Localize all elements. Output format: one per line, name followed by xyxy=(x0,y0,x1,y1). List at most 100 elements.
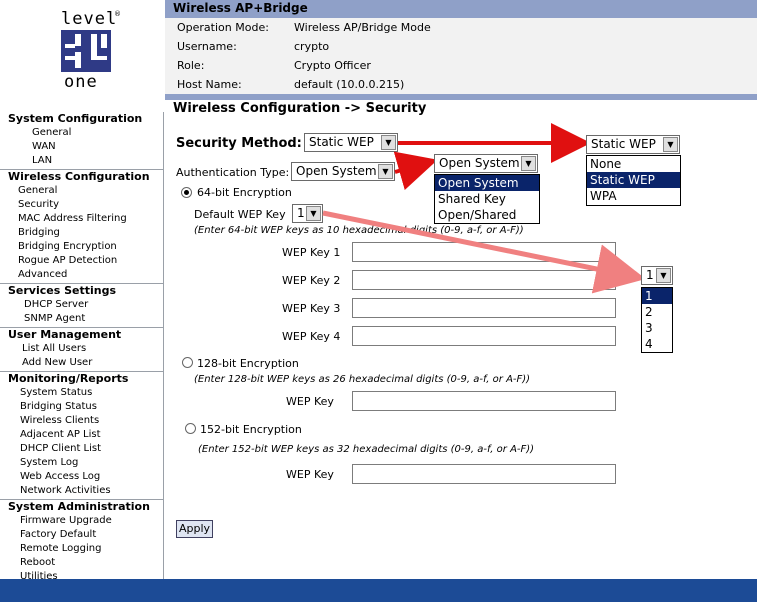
nav-section-title: Monitoring/Reports xyxy=(8,372,129,385)
wep-key-label: WEP Key xyxy=(286,395,334,408)
auth-type-select[interactable]: Open System ▼ xyxy=(291,162,395,181)
nav-item-network-activities[interactable]: Network Activities xyxy=(0,484,163,498)
nav-item-security[interactable]: Security xyxy=(0,198,163,212)
nav-item-bridging-status[interactable]: Bridging Status xyxy=(0,400,163,414)
dropdown-option-wpa[interactable]: WPA xyxy=(587,188,680,204)
chevron-down-icon[interactable]: ▼ xyxy=(381,135,396,150)
nav-item-list-users[interactable]: List All Users xyxy=(0,342,163,356)
info-label: Host Name: xyxy=(177,78,242,91)
nav-item-general[interactable]: General xyxy=(0,126,163,140)
nav-item-bridging[interactable]: Bridging xyxy=(0,226,163,240)
nav-item-mac-filtering[interactable]: MAC Address Filtering xyxy=(0,212,163,226)
apply-button[interactable]: Apply xyxy=(176,520,213,538)
security-method-dropdown: None Static WEP WPA xyxy=(586,155,681,206)
chevron-down-icon[interactable]: ▼ xyxy=(663,137,678,152)
enc-64-note: (Enter 64-bit WEP keys as 10 hexadecimal… xyxy=(194,225,524,236)
title-bar: Wireless AP+Bridge xyxy=(165,0,757,18)
wep-key-label: WEP Key 3 xyxy=(282,302,341,315)
logo-grid-icon xyxy=(61,30,111,72)
nav-item-lan[interactable]: LAN xyxy=(0,154,163,168)
levelone-logo: level ® one xyxy=(58,9,121,92)
dropdown-option-none[interactable]: None xyxy=(587,156,680,172)
nav-item-web-access-log[interactable]: Web Access Log xyxy=(0,470,163,484)
info-value: Wireless AP/Bridge Mode xyxy=(294,21,431,34)
wep-key-152-input[interactable] xyxy=(352,464,616,484)
sidebar-nav: System Configuration General WAN LAN Wir… xyxy=(0,112,164,582)
chevron-down-icon[interactable]: ▼ xyxy=(306,206,321,221)
nav-item-advanced[interactable]: Advanced xyxy=(0,268,163,282)
security-method-select[interactable]: Static WEP ▼ xyxy=(304,133,398,152)
auth-type-popup-select[interactable]: Open System ▼ xyxy=(434,154,538,173)
enc-64-radio[interactable] xyxy=(181,187,192,198)
enc-64-label: 64-bit Encryption xyxy=(197,186,292,199)
chevron-down-icon[interactable]: ▼ xyxy=(656,268,671,283)
default-wep-key-label: Default WEP Key xyxy=(194,208,286,221)
wep-key-dropdown: 1 2 3 4 xyxy=(641,287,673,353)
select-value: Static WEP xyxy=(309,135,374,149)
dropdown-option-1[interactable]: 1 xyxy=(642,288,672,304)
wep-key-label: WEP Key 4 xyxy=(282,330,341,343)
dropdown-option-3[interactable]: 3 xyxy=(642,320,672,336)
nav-section-title: User Management xyxy=(8,328,122,341)
nav-item-bridging-encryption[interactable]: Bridging Encryption xyxy=(0,240,163,254)
auth-type-label: Authentication Type: xyxy=(176,166,290,179)
info-value: default (10.0.0.215) xyxy=(294,78,405,91)
dropdown-option-open-shared[interactable]: Open/Shared xyxy=(435,207,539,223)
nav-section-title: System Administration xyxy=(8,500,150,513)
wep-key-3-input[interactable] xyxy=(352,298,616,318)
info-label: Username: xyxy=(177,40,237,53)
nav-section-title: System Configuration xyxy=(8,112,143,125)
nav-section-title: Wireless Configuration xyxy=(8,170,150,183)
nav-item-system-status[interactable]: System Status xyxy=(0,386,163,400)
wep-key-2-input[interactable] xyxy=(352,270,616,290)
logo-reg-mark: ® xyxy=(114,10,121,18)
dropdown-option-4[interactable]: 4 xyxy=(642,336,672,352)
enc-152-radio[interactable] xyxy=(185,423,196,434)
logo-top-text: level xyxy=(61,9,118,29)
auth-type-dropdown: Open System Shared Key Open/Shared xyxy=(434,174,540,224)
select-value: 1 xyxy=(297,206,305,220)
default-wep-key-select[interactable]: 1 ▼ xyxy=(292,204,323,223)
wep-key-popup-select[interactable]: 1 ▼ xyxy=(641,266,673,285)
dropdown-option-2[interactable]: 2 xyxy=(642,304,672,320)
enc-128-note: (Enter 128-bit WEP keys as 26 hexadecima… xyxy=(194,374,531,385)
nav-item-firmware-upgrade[interactable]: Firmware Upgrade xyxy=(0,514,163,528)
nav-item-remote-logging[interactable]: Remote Logging xyxy=(0,542,163,556)
logo-bottom-text: one xyxy=(64,72,98,92)
chevron-down-icon[interactable]: ▼ xyxy=(378,164,393,179)
info-label: Operation Mode: xyxy=(177,21,269,34)
enc-152-note: (Enter 152-bit WEP keys as 32 hexadecima… xyxy=(198,444,535,455)
select-value: Open System xyxy=(296,164,377,178)
nav-item-wan[interactable]: WAN xyxy=(0,140,163,154)
dropdown-option-static-wep[interactable]: Static WEP xyxy=(587,172,680,188)
select-value: Open System xyxy=(439,156,520,170)
info-value: Crypto Officer xyxy=(294,59,371,72)
wep-key-label: WEP Key 2 xyxy=(282,274,341,287)
arrow-auth-type xyxy=(393,151,438,191)
nav-item-adjacent-ap[interactable]: Adjacent AP List xyxy=(0,428,163,442)
nav-item-dhcp-clients[interactable]: DHCP Client List xyxy=(0,442,163,456)
enc-128-radio[interactable] xyxy=(182,357,193,368)
wep-key-128-input[interactable] xyxy=(352,391,616,411)
wep-key-4-input[interactable] xyxy=(352,326,616,346)
nav-item-reboot[interactable]: Reboot xyxy=(0,556,163,570)
nav-item-snmp-agent[interactable]: SNMP Agent xyxy=(0,312,163,326)
nav-item-add-user[interactable]: Add New User xyxy=(0,356,163,370)
chevron-down-icon[interactable]: ▼ xyxy=(521,156,536,171)
wep-key-label: WEP Key xyxy=(286,468,334,481)
nav-item-factory-default[interactable]: Factory Default xyxy=(0,528,163,542)
wep-key-1-input[interactable] xyxy=(352,242,616,262)
dropdown-option-open-system[interactable]: Open System xyxy=(435,175,539,191)
nav-item-system-log[interactable]: System Log xyxy=(0,456,163,470)
nav-item-rogue-ap[interactable]: Rogue AP Detection xyxy=(0,254,163,268)
nav-item-dhcp-server[interactable]: DHCP Server xyxy=(0,298,163,312)
nav-item-wireless-clients[interactable]: Wireless Clients xyxy=(0,414,163,428)
footer-bar xyxy=(0,579,757,602)
security-method-popup-select[interactable]: Static WEP ▼ xyxy=(586,135,680,154)
security-method-label: Security Method: xyxy=(176,136,302,151)
app-title: Wireless AP+Bridge xyxy=(173,1,308,15)
dropdown-option-shared-key[interactable]: Shared Key xyxy=(435,191,539,207)
nav-item-wireless-general[interactable]: General xyxy=(0,184,163,198)
select-value: Static WEP xyxy=(591,137,656,151)
enc-128-label: 128-bit Encryption xyxy=(197,357,299,370)
